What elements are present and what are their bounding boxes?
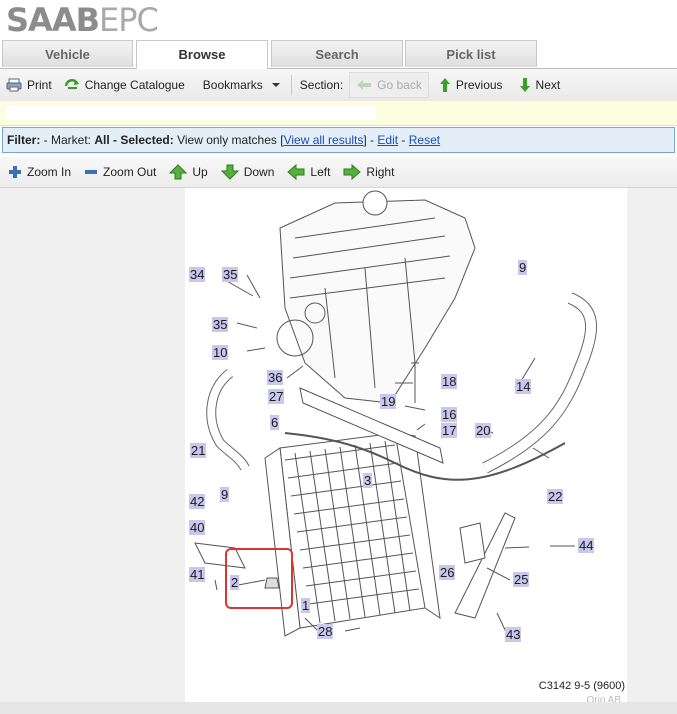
minus-icon (85, 170, 98, 174)
zoom-in-button[interactable]: Zoom In (0, 165, 76, 179)
callout-17[interactable]: 17 (441, 423, 458, 438)
pan-left-button[interactable]: Left (279, 164, 335, 180)
callout-19[interactable]: 19 (380, 394, 397, 409)
callout-16[interactable]: 16 (441, 407, 458, 422)
refresh-arrow-icon (64, 79, 79, 89)
filter-selected-value: View only matches (177, 133, 281, 147)
arrow-left-icon (287, 164, 305, 180)
callout-41[interactable]: 41 (189, 567, 206, 582)
filter-selected-label: - Selected: (109, 133, 178, 147)
callout-42[interactable]: 42 (189, 494, 206, 509)
logo-epc: EPC (98, 1, 159, 39)
filter-market-label: - Market: (40, 133, 95, 147)
callout-26[interactable]: 26 (439, 565, 456, 580)
view-all-results-link[interactable]: View all results (284, 133, 364, 147)
diagram-caption: C3142 9-5 (9600) (538, 680, 625, 692)
toolbar-divider (290, 75, 292, 95)
callout-1[interactable]: 1 (301, 598, 311, 613)
filter-prefix: Filter: (7, 133, 41, 147)
message-bar (0, 101, 677, 126)
up-label: Up (192, 165, 208, 179)
pan-up-button[interactable]: Up (161, 164, 212, 180)
print-label: Print (27, 78, 52, 92)
saab-epc-logo: SAAB EPC (6, 1, 159, 39)
previous-button[interactable]: Previous (433, 73, 509, 97)
print-button[interactable]: Print (0, 73, 58, 97)
arrow-down-icon (220, 164, 239, 180)
reset-link[interactable]: Reset (409, 133, 440, 147)
zoom-toolbar: Zoom In Zoom Out Up Down Left Right (0, 157, 677, 188)
callout-35[interactable]: 35 (222, 267, 239, 282)
section-label: Section: (299, 78, 344, 92)
arrow-down-icon (519, 78, 530, 92)
change-catalogue-button[interactable]: Change Catalogue (58, 73, 191, 97)
arrow-left-icon (357, 80, 372, 90)
callout-9b[interactable]: 9 (518, 260, 528, 275)
main-toolbar: Print Change Catalogue Bookmarks Section… (0, 69, 677, 102)
plus-icon (9, 166, 21, 178)
next-button[interactable]: Next (513, 73, 567, 97)
next-label: Next (535, 78, 561, 92)
down-label: Down (243, 165, 275, 179)
callout-36[interactable]: 36 (267, 370, 284, 385)
chevron-down-icon (271, 83, 280, 87)
pan-right-button[interactable]: Right (335, 164, 399, 180)
arrow-right-icon (343, 164, 362, 180)
bookmarks-dropdown[interactable]: Bookmarks (197, 73, 289, 97)
callout-10[interactable]: 10 (212, 345, 229, 360)
message-field (6, 106, 376, 120)
filter-bar: Filter: - Market: All - Selected: View o… (2, 127, 675, 153)
pan-down-button[interactable]: Down (213, 164, 280, 180)
engine-cooling-illustration (194, 190, 598, 637)
zoom-in-label: Zoom In (27, 165, 72, 179)
callout-20[interactable]: 20 (475, 423, 492, 438)
logo-saab: SAAB (6, 1, 100, 39)
go-back-label: Go back (377, 78, 422, 92)
tab-pick-list[interactable]: Pick list (405, 40, 537, 67)
right-label: Right (366, 165, 395, 179)
edit-link[interactable]: Edit (377, 133, 398, 147)
callout-21[interactable]: 21 (190, 443, 207, 458)
previous-label: Previous (455, 78, 503, 92)
tab-search[interactable]: Search (271, 40, 403, 67)
callout-35b[interactable]: 35 (212, 317, 229, 332)
callout-18[interactable]: 18 (441, 374, 458, 389)
filter-selected-label-wrap: - Selected: (110, 133, 177, 147)
callout-34[interactable]: 34 (189, 267, 206, 282)
change-catalogue-label: Change Catalogue (84, 78, 185, 92)
callout-44[interactable]: 44 (578, 538, 595, 553)
bookmarks-label: Bookmarks (202, 78, 263, 92)
callout-25[interactable]: 25 (513, 572, 530, 587)
callout-14[interactable]: 14 (515, 379, 532, 394)
callout-6[interactable]: 6 (270, 415, 280, 430)
callout-9a[interactable]: 9 (220, 487, 230, 502)
callout-40[interactable]: 40 (189, 520, 206, 535)
bottom-scroll-area[interactable] (0, 702, 677, 714)
go-back-button[interactable]: Go back (349, 72, 429, 98)
main-tabs: Vehicle Browse Search Pick list (0, 40, 677, 69)
callout-22[interactable]: 22 (547, 489, 564, 504)
filter-market-value: All (94, 133, 110, 147)
left-label: Left (310, 165, 331, 179)
zoom-out-button[interactable]: Zoom Out (76, 165, 161, 179)
callout-43[interactable]: 43 (505, 627, 522, 642)
zoom-out-label: Zoom Out (103, 165, 157, 179)
selected-part-highlight (225, 548, 293, 609)
arrow-up-icon (169, 164, 188, 180)
tab-browse[interactable]: Browse (136, 40, 268, 69)
arrow-up-icon (439, 78, 450, 92)
printer-icon (6, 78, 22, 92)
tab-vehicle[interactable]: Vehicle (2, 40, 133, 67)
callout-3[interactable]: 3 (363, 473, 373, 488)
callout-27[interactable]: 27 (268, 389, 285, 404)
callout-28[interactable]: 28 (317, 624, 334, 639)
parts-diagram[interactable]: 34 35 35 10 36 27 6 21 9 42 40 41 2 1 28… (185, 188, 627, 702)
